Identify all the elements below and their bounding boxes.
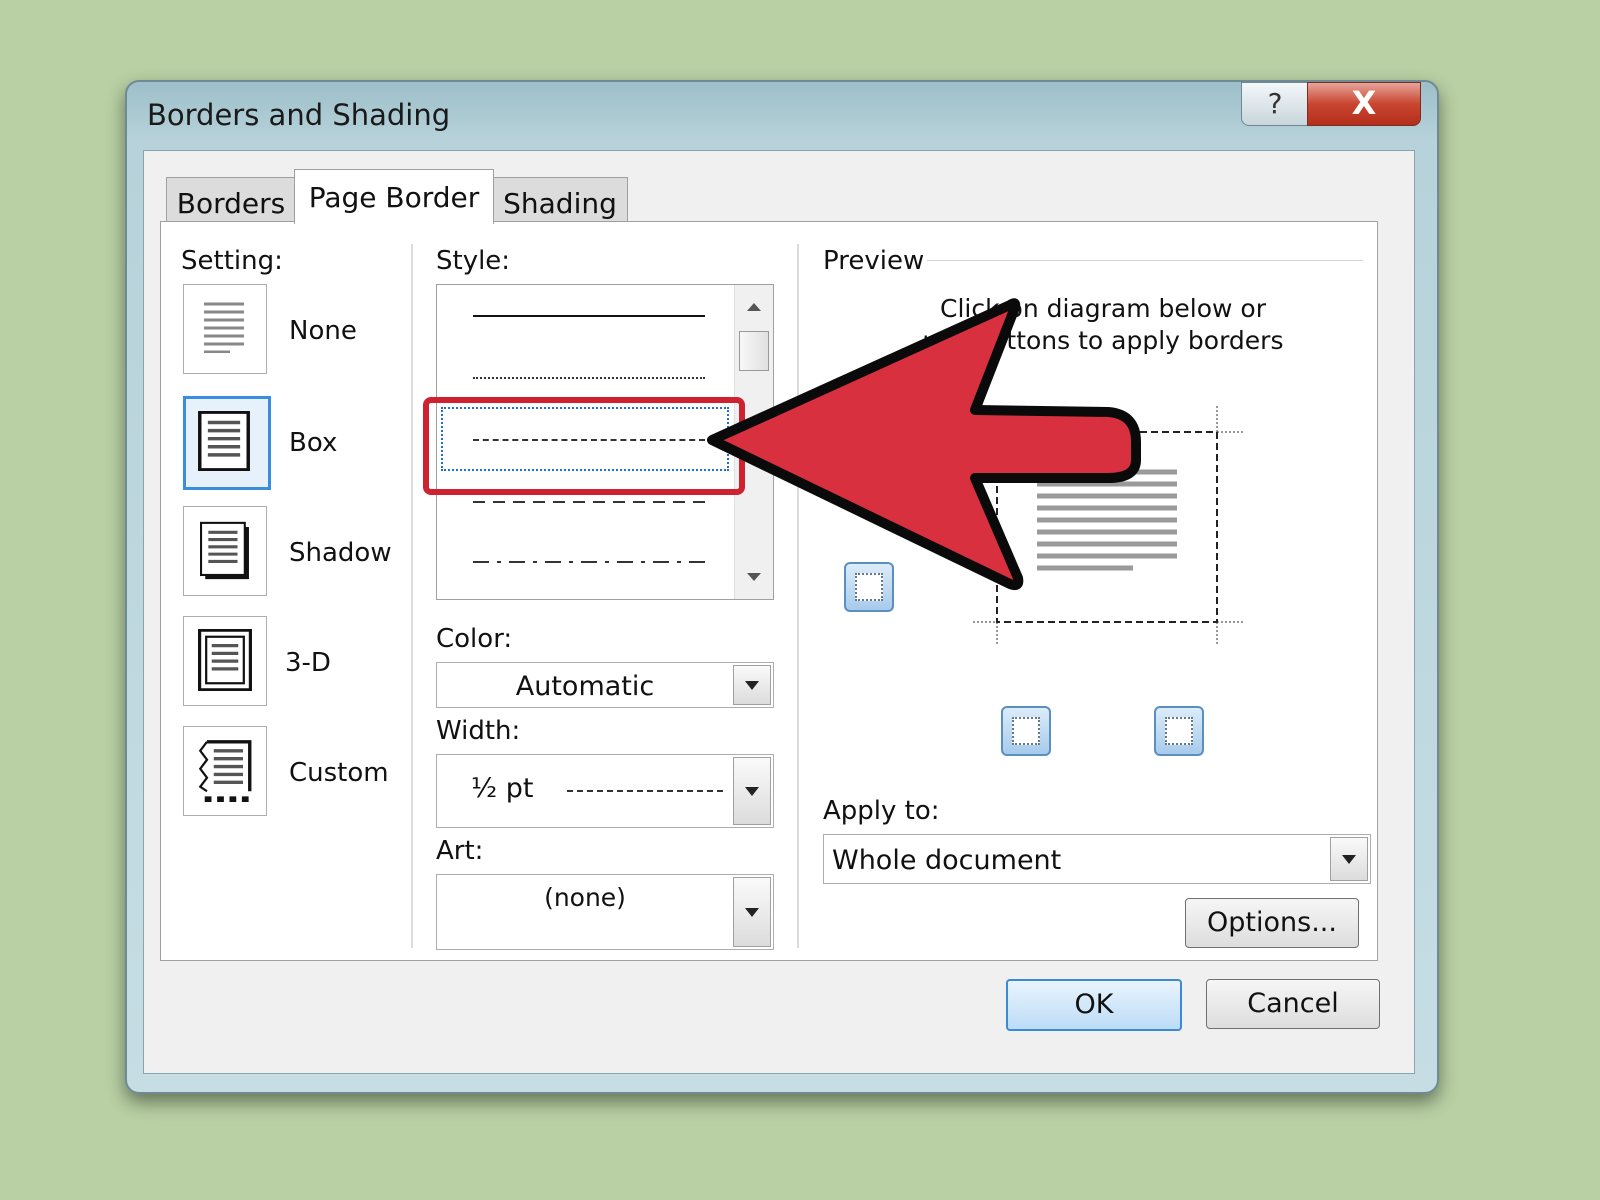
style-dotted-line[interactable] <box>473 377 705 379</box>
width-dropdown[interactable]: ½ pt <box>436 754 774 828</box>
ok-button[interactable]: OK <box>1006 979 1182 1031</box>
apply-to-value: Whole document <box>832 845 1062 876</box>
tab-shading[interactable]: Shading <box>492 177 628 224</box>
dialog-client-area: Borders Page Border Shading Setting: Non… <box>143 150 1415 1074</box>
art-value: (none) <box>544 883 626 912</box>
page-border-panel: Setting: None Box Shadow 3-D Custom Styl… <box>160 221 1378 961</box>
bottom-border-toggle-icon[interactable] <box>1001 706 1051 756</box>
tab-page-border-label: Page Border <box>308 181 480 214</box>
tab-shading-label: Shading <box>503 187 617 220</box>
setting-custom-label[interactable]: Custom <box>289 758 389 788</box>
left-border-toggle-icon[interactable] <box>844 562 894 612</box>
style-label: Style: <box>436 246 511 276</box>
scroll-up-icon[interactable] <box>747 303 761 311</box>
setting-none-icon[interactable] <box>183 284 267 374</box>
cancel-button[interactable]: Cancel <box>1206 979 1380 1029</box>
column-divider <box>797 244 799 948</box>
chevron-down-icon[interactable] <box>733 877 771 947</box>
column-divider <box>411 244 413 948</box>
tab-page-border[interactable]: Page Border <box>294 169 494 224</box>
setting-custom-icon[interactable] <box>183 726 267 816</box>
art-label: Art: <box>436 836 484 866</box>
setting-3d-label[interactable]: 3-D <box>285 648 331 678</box>
style-dash-dot-line[interactable] <box>473 561 705 563</box>
width-line-sample <box>567 790 723 792</box>
setting-none-label[interactable]: None <box>289 316 357 346</box>
chevron-down-icon[interactable] <box>733 757 771 825</box>
preview-diagram[interactable] <box>967 406 1247 646</box>
color-label: Color: <box>436 624 513 654</box>
chevron-down-icon[interactable] <box>733 665 771 705</box>
style-listbox[interactable] <box>423 284 774 600</box>
color-dropdown[interactable]: Automatic <box>436 662 774 708</box>
scroll-thumb[interactable] <box>739 331 769 371</box>
tab-borders[interactable]: Borders <box>166 177 296 224</box>
dialog-title: Borders and Shading <box>147 98 451 132</box>
chevron-down-icon[interactable] <box>1330 837 1368 881</box>
style-solid-line[interactable] <box>473 315 705 317</box>
highlight-box <box>423 397 745 495</box>
apply-to-label: Apply to: <box>823 796 940 826</box>
right-border-toggle-icon[interactable] <box>1154 706 1204 756</box>
setting-3d-icon[interactable] <box>183 616 267 706</box>
preview-instruction-1: Click on diagram below or <box>940 294 1266 323</box>
apply-to-dropdown[interactable]: Whole document <box>823 834 1371 884</box>
preview-separator <box>927 260 1363 261</box>
tab-borders-label: Borders <box>176 187 286 220</box>
preview-instruction-2: use buttons to apply borders <box>922 326 1284 355</box>
scroll-down-icon[interactable] <box>747 573 761 581</box>
color-value: Automatic <box>515 671 655 702</box>
close-button[interactable]: X <box>1307 82 1421 126</box>
setting-box-icon[interactable] <box>183 396 271 490</box>
width-label: Width: <box>436 716 521 746</box>
borders-and-shading-dialog: Borders and Shading ? X Borders Page Bor… <box>125 80 1439 1094</box>
setting-label: Setting: <box>181 246 283 276</box>
width-value: ½ pt <box>471 773 534 804</box>
setting-shadow-label[interactable]: Shadow <box>289 538 392 568</box>
style-dashed-line[interactable] <box>473 501 705 503</box>
help-button[interactable]: ? <box>1241 82 1309 126</box>
art-dropdown[interactable]: (none) <box>436 874 774 950</box>
setting-box-label[interactable]: Box <box>289 428 337 458</box>
options-button[interactable]: Options... <box>1185 898 1359 948</box>
preview-label: Preview <box>823 246 925 276</box>
setting-shadow-icon[interactable] <box>183 506 267 596</box>
